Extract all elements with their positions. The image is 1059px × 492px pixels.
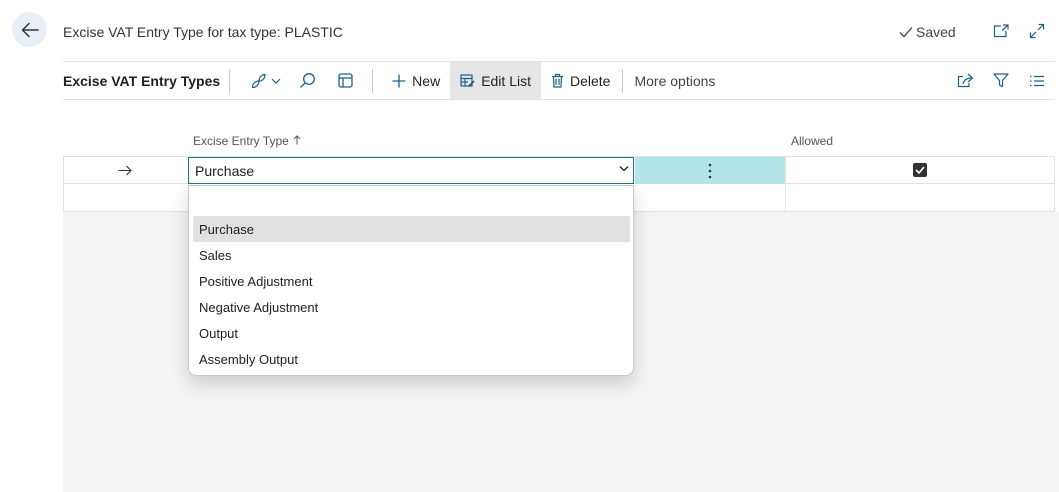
saved-status: Saved [899,24,956,40]
chevron-down-icon [619,165,629,172]
row-actions-cell[interactable] [635,157,785,184]
entry-type-select[interactable]: Purchase [188,157,634,184]
back-arrow-icon [21,22,39,37]
more-dots-icon [708,163,712,178]
trash-icon [552,73,563,88]
search-button[interactable] [288,62,326,99]
action-bar: Excise VAT Entry Types New Edit List Del… [63,62,1055,99]
allowed-checkbox[interactable] [913,163,927,177]
sort-up-icon [293,135,301,145]
new-button[interactable]: New [382,62,450,99]
new-label: New [412,72,441,89]
chevron-down-icon [271,78,281,84]
dropdown-option-positive-adjustment[interactable]: Positive Adjustment [193,268,630,294]
page-title: Excise VAT Entry Type for tax type: PLAS… [63,24,343,40]
back-button[interactable] [12,12,47,47]
saved-label: Saved [916,24,956,40]
column-header-allowed[interactable]: Allowed [791,134,833,148]
toolbar-caption: Excise VAT Entry Types [63,72,221,89]
more-options-button[interactable]: More options [634,62,725,99]
open-new-window-icon [993,24,1009,38]
more-options-label: More options [634,72,716,89]
analysis-mode-icon [251,73,266,88]
checkmark-icon [899,27,913,38]
personalize-icon [338,73,353,88]
analysis-mode-button[interactable] [242,62,288,99]
toolbar-separator [229,68,231,93]
filter-icon [993,73,1009,88]
filter-button[interactable] [983,62,1019,99]
dropdown-option-purchase[interactable]: Purchase [193,216,630,242]
list-view-button[interactable] [1019,62,1055,99]
dropdown-option-output[interactable]: Output [193,320,630,346]
column-header-entry-type[interactable]: Excise Entry Type [193,134,301,148]
list-view-icon [1030,75,1044,86]
open-new-window-button[interactable] [992,22,1010,40]
delete-label: Delete [570,72,611,89]
column-header-entry-type-label: Excise Entry Type [193,134,289,148]
personalize-button[interactable] [326,62,364,99]
toolbar-separator [622,68,624,93]
toolbar-bottom-divider [63,99,1055,100]
row-arrow-icon [118,165,132,176]
checkmark-icon [915,166,925,174]
edit-list-label: Edit List [481,72,531,89]
search-icon [299,73,315,88]
plus-icon [392,74,406,87]
expand-button[interactable] [1028,22,1046,40]
expand-icon [1029,23,1045,39]
entry-type-value: Purchase [195,162,255,179]
edit-list-icon [460,73,475,87]
dropdown-option-negative-adjustment[interactable]: Negative Adjustment [193,294,630,320]
edit-list-button[interactable]: Edit List [450,62,541,99]
entry-type-dropdown: Purchase Sales Positive Adjustment Negat… [188,185,634,376]
toolbar-separator [372,68,374,93]
delete-button[interactable]: Delete [541,62,620,99]
share-icon [957,73,973,88]
dropdown-option-sales[interactable]: Sales [193,242,630,268]
dropdown-option-assembly-output[interactable]: Assembly Output [193,346,630,372]
share-button[interactable] [947,62,983,99]
